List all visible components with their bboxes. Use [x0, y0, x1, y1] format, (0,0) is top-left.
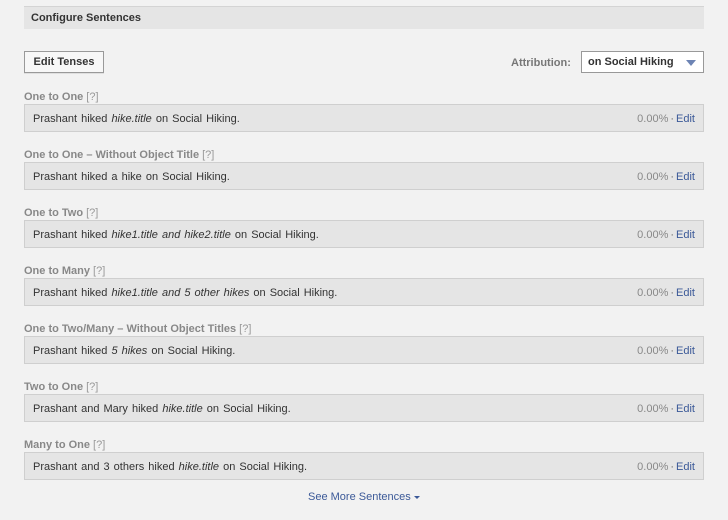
edit-sentence-link[interactable]: Edit: [676, 403, 695, 415]
sentence-row: Prashant hiked hike.title on Social Hiki…: [24, 104, 704, 132]
percent-value: 0.00%: [637, 113, 669, 125]
sentence-row: Prashant and 3 others hiked hike.title o…: [24, 452, 704, 480]
sentence-text: Prashant and 3 others hiked hike.title o…: [33, 461, 307, 473]
sentence-text: Prashant hiked hike1.title and 5 other h…: [33, 287, 337, 299]
separator-dot: ·: [670, 461, 675, 473]
section-label: One to One – Without Object Title [?]: [24, 149, 214, 161]
section-label: One to Many [?]: [24, 265, 105, 277]
section-label: Many to One [?]: [24, 439, 105, 451]
section-label: Two to One [?]: [24, 381, 98, 393]
sentence-suffix: on Social Hiking.: [230, 229, 319, 241]
sentence-prefix: Prashant hiked: [33, 287, 112, 299]
sentence-meta: 0.00% · Edit: [637, 287, 695, 299]
sentence-prefix: Prashant hiked: [33, 345, 112, 357]
percent-value: 0.00%: [637, 171, 669, 183]
sentence-suffix: on Social Hiking.: [151, 113, 240, 125]
edit-tenses-button[interactable]: Edit Tenses: [24, 51, 104, 73]
see-more-label: See More Sentences: [308, 491, 411, 503]
separator-dot: ·: [670, 171, 675, 183]
sentence-text: Prashant hiked hike.title on Social Hiki…: [33, 113, 240, 125]
section-title: Many to One: [24, 439, 91, 451]
edit-sentence-link[interactable]: Edit: [676, 461, 695, 473]
section-label: One to Two [?]: [24, 207, 98, 219]
separator-dot: ·: [670, 403, 675, 415]
percent-value: 0.00%: [637, 287, 669, 299]
percent-value: 0.00%: [637, 461, 669, 473]
sentence-row: Prashant hiked hike1.title and hike2.tit…: [24, 220, 704, 248]
chevron-down-icon: [686, 60, 696, 66]
separator-dot: ·: [670, 113, 675, 125]
sentence-object: 5 hikes: [111, 345, 148, 357]
page-title: Configure Sentences: [31, 12, 142, 24]
edit-sentence-link[interactable]: Edit: [676, 229, 695, 241]
sentence-text: Prashant hiked 5 hikes on Social Hiking.: [33, 345, 235, 357]
sentence-text: Prashant hiked hike1.title and hike2.tit…: [33, 229, 319, 241]
sentence-suffix: on Social Hiking.: [249, 287, 338, 299]
section-title: One to Many: [24, 265, 91, 277]
help-link[interactable]: [?]: [86, 381, 98, 393]
help-link[interactable]: [?]: [93, 439, 105, 451]
sentence-object: hike1.title and 5 other hikes: [111, 287, 250, 299]
sentence-text: Prashant hiked a hike on Social Hiking.: [33, 171, 230, 183]
section-title: One to One: [24, 91, 84, 103]
section-title: One to Two/Many – Without Object Titles: [24, 323, 237, 335]
sentence-meta: 0.00% · Edit: [637, 171, 695, 183]
edit-sentence-link[interactable]: Edit: [676, 171, 695, 183]
section-title: One to Two: [24, 207, 84, 219]
edit-sentence-link[interactable]: Edit: [676, 345, 695, 357]
separator-dot: ·: [670, 229, 675, 241]
sentence-prefix: Prashant hiked a hike on Social Hiking.: [33, 171, 230, 183]
sentence-prefix: Prashant and 3 others hiked: [33, 461, 179, 473]
sentence-meta: 0.00% · Edit: [637, 113, 695, 125]
sentence-text: Prashant and Mary hiked hike.title on So…: [33, 403, 291, 415]
separator-dot: ·: [670, 287, 675, 299]
edit-sentence-link[interactable]: Edit: [676, 287, 695, 299]
section-title: One to One – Without Object Title: [24, 149, 200, 161]
attribution-selected-value: on Social Hiking: [588, 56, 674, 68]
see-more-sentences-link[interactable]: See More Sentences: [308, 491, 420, 503]
percent-value: 0.00%: [637, 345, 669, 357]
sentence-meta: 0.00% · Edit: [637, 461, 695, 473]
section-title: Two to One: [24, 381, 84, 393]
separator-dot: ·: [670, 345, 675, 357]
section-label: One to Two/Many – Without Object Titles[…: [24, 323, 251, 335]
sentence-suffix: on Social Hiking.: [219, 461, 308, 473]
sentence-row: Prashant hiked hike1.title and 5 other h…: [24, 278, 704, 306]
sentence-meta: 0.00% · Edit: [637, 229, 695, 241]
sentence-prefix: Prashant hiked: [33, 113, 112, 125]
sentence-object: hike.title: [111, 113, 152, 125]
caret-down-icon: [413, 495, 420, 499]
percent-value: 0.00%: [637, 403, 669, 415]
sentence-meta: 0.00% · Edit: [637, 403, 695, 415]
sentence-object: hike1.title and hike2.title: [111, 229, 231, 241]
help-link[interactable]: [?]: [239, 323, 251, 335]
sentence-object: hike.title: [178, 461, 220, 473]
sentence-prefix: Prashant hiked: [33, 229, 112, 241]
configure-sentences-header: Configure Sentences: [24, 6, 704, 29]
percent-value: 0.00%: [637, 229, 669, 241]
help-link[interactable]: [?]: [202, 149, 214, 161]
sentence-row: Prashant hiked 5 hikes on Social Hiking.…: [24, 336, 704, 364]
sentence-prefix: Prashant and Mary hiked: [33, 403, 163, 415]
sentence-row: Prashant hiked a hike on Social Hiking. 0…: [24, 162, 704, 190]
sentence-suffix: on Social Hiking.: [202, 403, 291, 415]
sentence-meta: 0.00% · Edit: [637, 345, 695, 357]
sentence-row: Prashant and Mary hiked hike.title on So…: [24, 394, 704, 422]
edit-sentence-link[interactable]: Edit: [676, 113, 695, 125]
attribution-dropdown[interactable]: on Social Hiking: [581, 51, 704, 73]
section-label: One to One [?]: [24, 91, 99, 103]
attribution-label: Attribution:: [511, 57, 571, 69]
sentence-object: hike.title: [162, 403, 203, 415]
help-link[interactable]: [?]: [93, 265, 105, 277]
help-link[interactable]: [?]: [86, 91, 98, 103]
help-link[interactable]: [?]: [86, 207, 98, 219]
sentence-suffix: on Social Hiking.: [147, 345, 236, 357]
